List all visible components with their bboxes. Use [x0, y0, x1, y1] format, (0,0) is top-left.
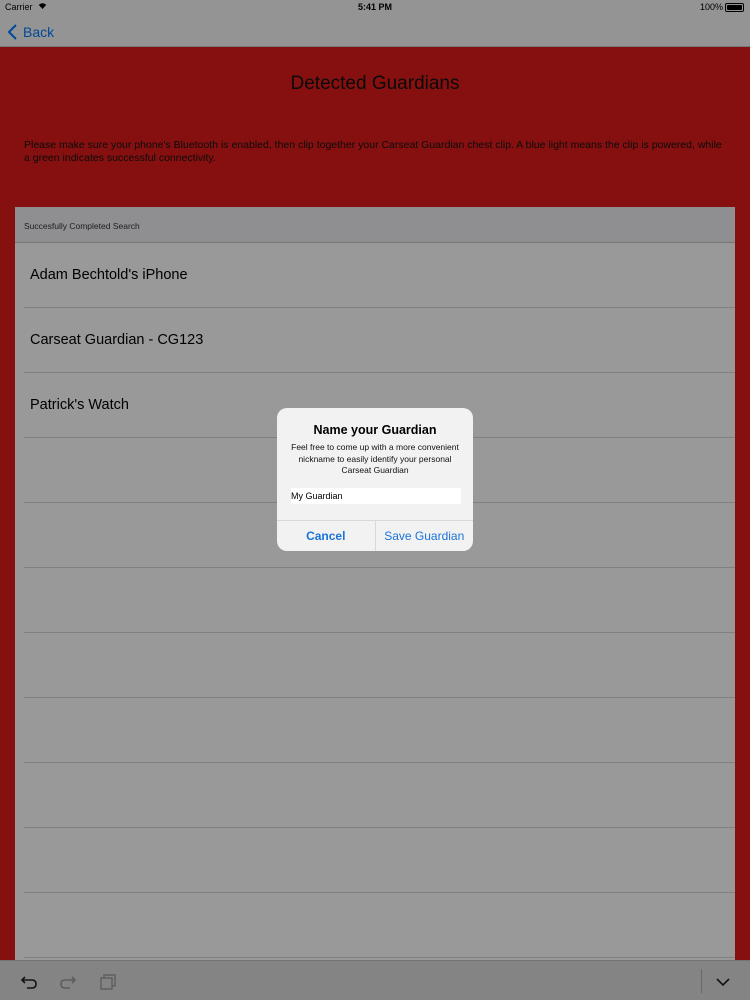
alert-button-row: Cancel Save Guardian	[277, 520, 473, 551]
name-guardian-alert: Name your Guardian Feel free to come up …	[277, 408, 473, 551]
alert-title: Name your Guardian	[313, 423, 437, 437]
cancel-button[interactable]: Cancel	[277, 521, 376, 551]
guardian-name-input[interactable]	[291, 487, 461, 504]
app-window: Carrier 5:41 PM 100% Back Detected Guard…	[0, 0, 750, 1000]
save-guardian-button[interactable]: Save Guardian	[376, 521, 474, 551]
alert-message: Feel free to come up with a more conveni…	[291, 442, 459, 475]
